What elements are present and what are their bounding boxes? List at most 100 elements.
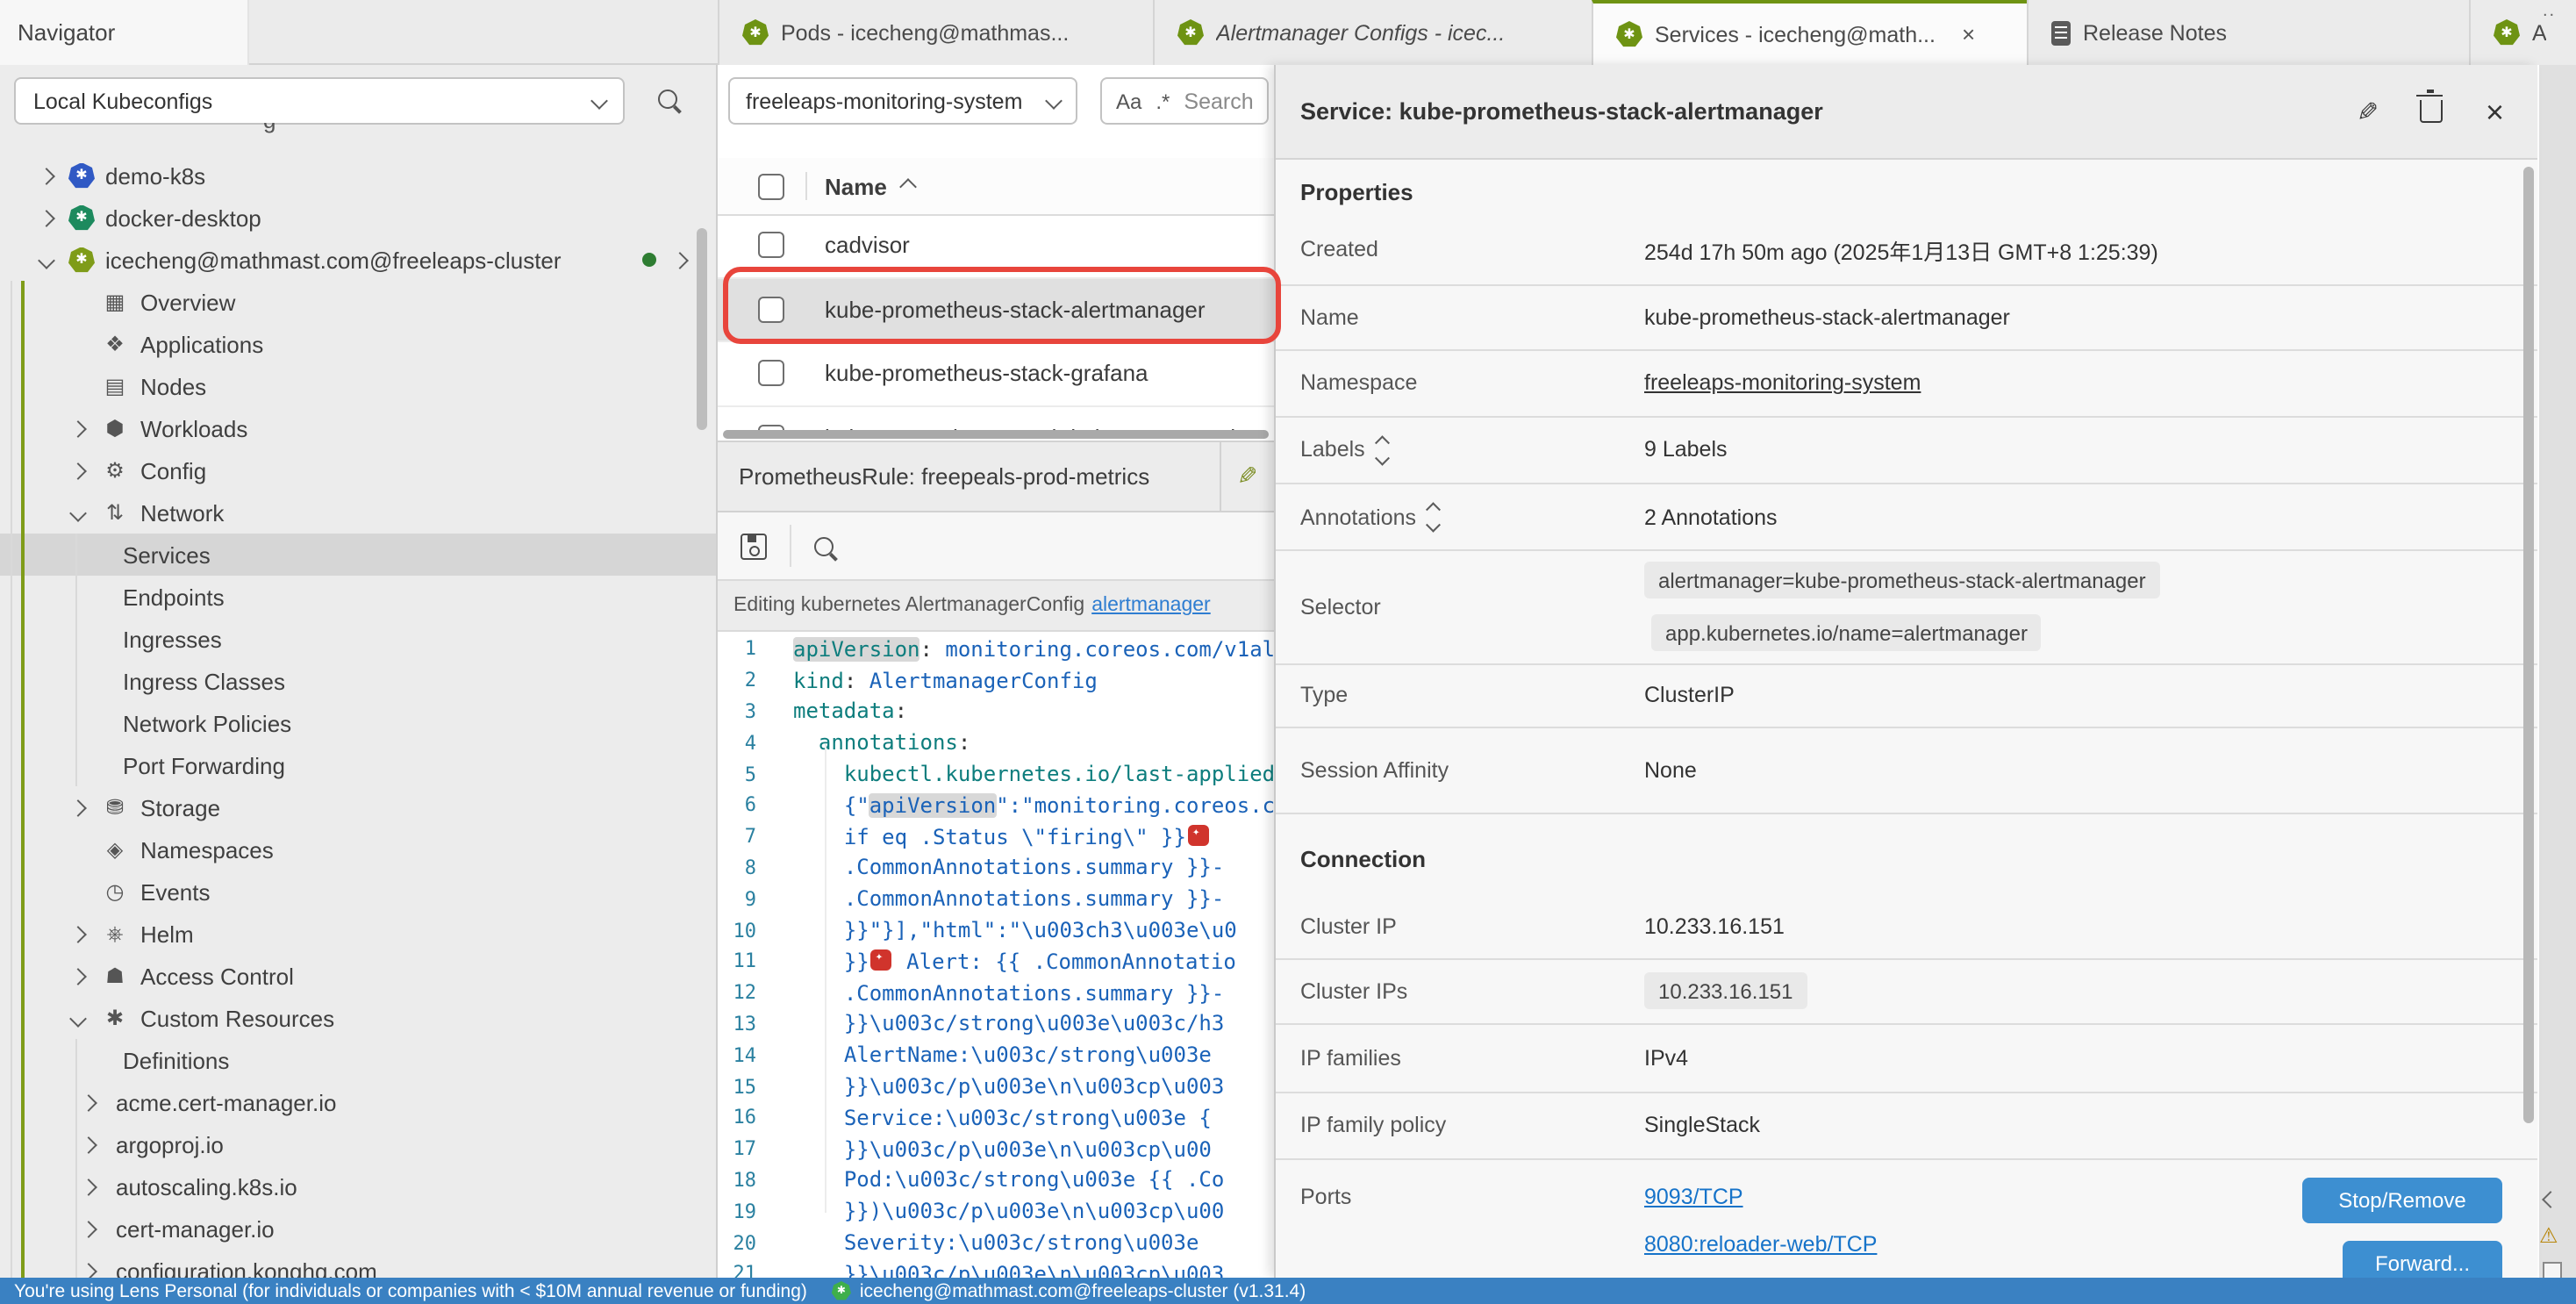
alert-emoji	[1188, 824, 1209, 845]
sidebar-item-ingress-classes[interactable]: Ingress Classes	[0, 660, 718, 702]
chevron-down-icon[interactable]	[38, 251, 55, 269]
chevron-right-icon[interactable]	[80, 1093, 97, 1111]
edit-icon[interactable]: ✎	[2357, 96, 2379, 127]
sidebar-item-network-policies[interactable]: Network Policies	[0, 702, 718, 744]
sidebar-item-icecheng-mathmast-com-freeleaps-cluster[interactable]: ✱icecheng@mathmast.com@freeleaps-cluster	[0, 239, 718, 281]
column-header-name[interactable]: Name	[825, 173, 915, 199]
delete-icon[interactable]	[2421, 100, 2444, 123]
chevron-right-icon[interactable]	[671, 252, 689, 269]
tab-a[interactable]: ✱A	[2469, 0, 2576, 65]
helm-wheel-glyph: ✱	[1623, 27, 1635, 41]
match-case-icon[interactable]: Aa	[1116, 89, 1141, 113]
close-icon[interactable]: ×	[2486, 96, 2504, 127]
service-details-panel: Service: kube-prometheus-stack-alertmana…	[1274, 65, 2537, 1278]
code-line: 18 Pod:\u003c/strong\u003e {{ .Co	[718, 1164, 1274, 1196]
sidebar-item-access-control[interactable]: ☗Access Control	[0, 955, 718, 997]
tab-services-icecheng-math-[interactable]: ✱Services - icecheng@math...×	[1592, 0, 2027, 65]
sidebar-item-acme-cert-manager-io[interactable]: acme.cert-manager.io	[0, 1081, 718, 1123]
sidebar-item-network[interactable]: ⇅Network	[0, 491, 718, 534]
tab-alertmanager-configs-ice[interactable]: ✱Alertmanager Configs - icec...	[1153, 0, 1592, 65]
select-all-checkbox[interactable]	[758, 173, 784, 199]
sidebar-item-overview[interactable]: ▦Overview	[0, 281, 718, 323]
sidebar-item-autoscaling-k8s-io[interactable]: autoscaling.k8s.io	[0, 1165, 718, 1207]
sidebar-item-nodes[interactable]: ▤Nodes	[0, 365, 718, 407]
sidebar-item-port-forwarding[interactable]: Port Forwarding	[0, 744, 718, 786]
sidebar-item-argoproj-io[interactable]: argoproj.io	[0, 1123, 718, 1165]
chevron-right-icon[interactable]	[80, 1262, 97, 1278]
sidebar-item-helm[interactable]: ⎈Helm	[0, 913, 718, 955]
sidebar-item-applications[interactable]: ❖Applications	[0, 323, 718, 365]
chevron-right-icon[interactable]	[69, 925, 87, 942]
table-row[interactable]: kube-prometheus-stack-grafana	[718, 342, 1274, 406]
sidebar-item-events[interactable]: ◷Events	[0, 871, 718, 913]
yaml-editor[interactable]: 1apiVersion: monitoring.coreos.com/v1alp…	[718, 634, 1274, 1278]
chevron-right-icon[interactable]	[38, 209, 55, 226]
horizontal-scrollbar[interactable]	[723, 430, 1269, 439]
tab-release-notes[interactable]: Release Notes	[2027, 0, 2469, 65]
forward-button[interactable]: Forward...	[2343, 1241, 2502, 1278]
code-text: {"apiVersion":"monitoring.coreos.com/v1a…	[770, 793, 1274, 818]
code-line: 20 Severity:\u003c/strong\u003e	[718, 1227, 1274, 1258]
chevron-slot	[67, 928, 89, 940]
chevron-right-icon[interactable]	[69, 419, 87, 437]
chevron-right-icon[interactable]	[80, 1136, 97, 1153]
sidebar-item-workloads[interactable]: ⬢Workloads	[0, 407, 718, 449]
chevron-right-icon[interactable]	[80, 1178, 97, 1195]
stop-remove-button[interactable]: Stop/Remove	[2302, 1178, 2502, 1223]
helm-wheel-glyph: ✱	[75, 253, 87, 267]
detail-row-labels: Labels9 Labels	[1276, 417, 2537, 484]
row-checkbox[interactable]	[758, 361, 784, 387]
panel-scrollbar[interactable]	[2523, 167, 2534, 1123]
sidebar-item-demo-k8s[interactable]: ✱demo-k8s	[0, 154, 718, 197]
sidebar-scrollbar[interactable]	[697, 228, 707, 430]
chevron-right-icon[interactable]	[69, 462, 87, 479]
chevron-right-icon[interactable]	[69, 799, 87, 816]
code-line: 8 .CommonAnnotations.summary }}-	[718, 852, 1274, 884]
sidebar-item-custom-resources[interactable]: ✱Custom Resources	[0, 997, 718, 1039]
warning-icon[interactable]: ⚠	[2539, 1223, 2558, 1248]
save-icon[interactable]	[741, 533, 767, 559]
chevron-right-icon[interactable]	[38, 167, 55, 184]
editing-resource-link[interactable]: alertmanager	[1091, 595, 1211, 616]
tab-close-icon[interactable]: ×	[1962, 21, 1975, 47]
table-row[interactable]: kube-prometheus-stack-kube-state-metrics	[718, 406, 1274, 430]
detail-label: Created	[1276, 238, 1644, 262]
detail-pills: 10.233.16.151	[1644, 973, 1807, 1010]
value-badge: app.kubernetes.io/name=alertmanager	[1651, 615, 2042, 652]
sidebar-item-configuration-konghq-com[interactable]: configuration.konghq.com	[0, 1250, 718, 1278]
chevron-down-icon[interactable]	[69, 504, 87, 521]
sidebar-item-storage[interactable]: ⛃Storage	[0, 786, 718, 828]
sidebar-item-label: cert-manager.io	[116, 1215, 275, 1242]
chevron-right-icon[interactable]	[69, 967, 87, 985]
sort-toggle-icon[interactable]	[1377, 438, 1387, 462]
detail-label: Ports	[1276, 1160, 1644, 1209]
sidebar-item-namespaces[interactable]: ◈Namespaces	[0, 828, 718, 871]
detail-value: None	[1644, 758, 1697, 783]
port-link[interactable]: 9093/TCP	[1644, 1185, 1743, 1209]
line-number: 18	[718, 1169, 770, 1192]
sidebar-item-definitions[interactable]: Definitions	[0, 1039, 718, 1081]
chevron-right-icon[interactable]	[80, 1220, 97, 1237]
sidebar-item-endpoints[interactable]: Endpoints	[0, 576, 718, 618]
chevron-slot	[77, 1180, 100, 1193]
port-link[interactable]: 8080:reloader-web/TCP	[1644, 1232, 1877, 1257]
row-checkbox[interactable]	[758, 233, 784, 259]
editor-search-icon[interactable]	[814, 536, 834, 555]
sort-toggle-icon[interactable]	[1428, 505, 1438, 529]
sidebar-item-cert-manager-io[interactable]: cert-manager.io	[0, 1207, 718, 1250]
sidebar-item-docker-desktop[interactable]: ✱docker-desktop	[0, 197, 718, 239]
kubeconfig-selector[interactable]: Local Kubeconfigs	[14, 77, 625, 125]
search-icon[interactable]	[658, 90, 677, 109]
config-icon: ⚙	[100, 458, 130, 483]
chevron-down-icon[interactable]	[69, 1009, 87, 1027]
edit-icon[interactable]: ✎	[1222, 462, 1274, 491]
regex-icon[interactable]: .*	[1156, 89, 1170, 113]
sidebar-item-ingresses[interactable]: Ingresses	[0, 618, 718, 660]
line-number: 16	[718, 1107, 770, 1129]
sidebar-item-services[interactable]: Services	[0, 534, 718, 576]
tab-pods-icecheng-mathmas-[interactable]: ✱Pods - icecheng@mathmas...	[718, 0, 1153, 65]
namespace-link[interactable]: freeleaps-monitoring-system	[1644, 371, 1921, 396]
table-search-field[interactable]: Aa .* Search	[1100, 77, 1269, 125]
namespace-selector[interactable]: freeleaps-monitoring-system	[728, 77, 1077, 125]
sidebar-item-config[interactable]: ⚙Config	[0, 449, 718, 491]
